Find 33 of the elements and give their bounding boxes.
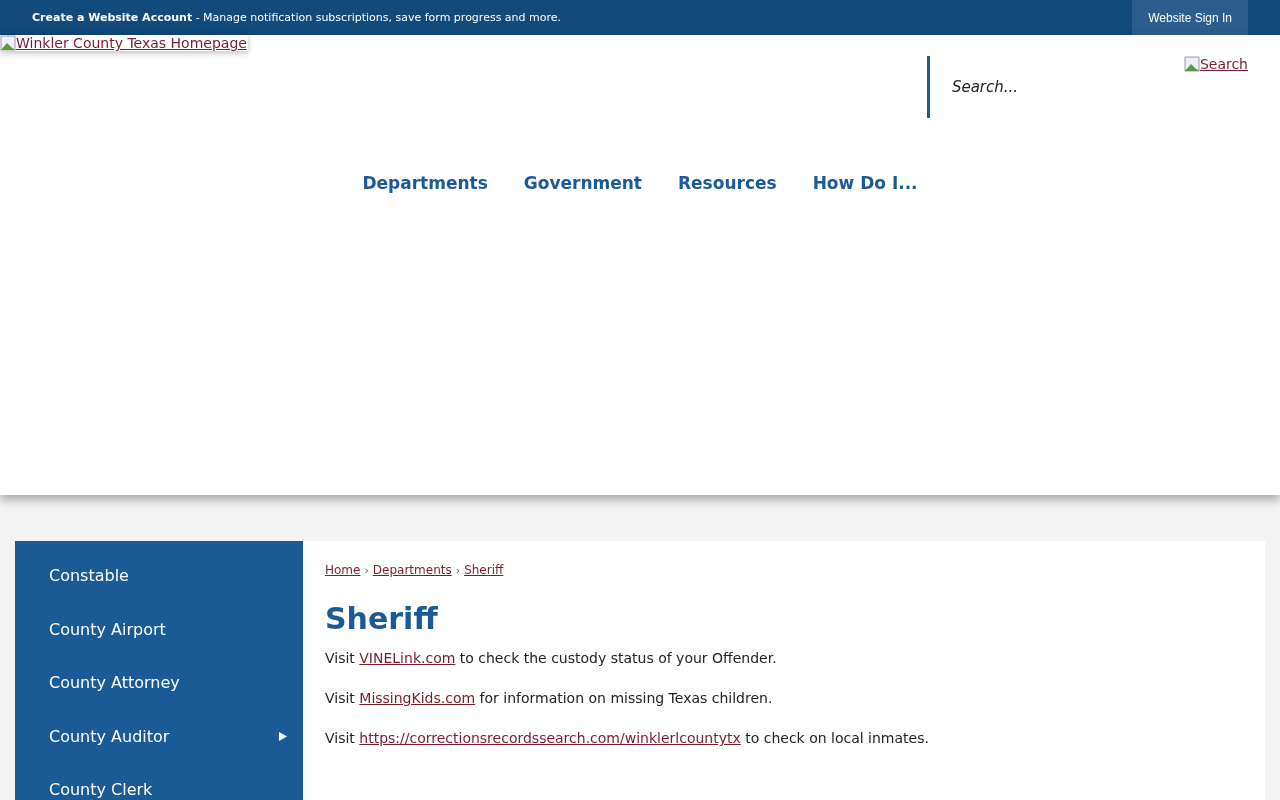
paragraph: Visit https://correctionsrecordssearch.com/winklerlcountytx to check on local inmates. xyxy=(325,730,930,746)
broken-image-icon xyxy=(1183,56,1200,72)
nav-item[interactable]: How Do I... xyxy=(812,173,918,193)
breadcrumb-separator: › xyxy=(364,563,369,577)
account-banner-text: Create a Website Account - Manage notification subscriptions, save form progress and more. xyxy=(32,11,562,24)
paragraph: Visit MissingKids.com for information on missing Texas children. xyxy=(325,690,774,706)
external-link[interactable]: https://correctionsrecordssearch.com/winklerlcountytx xyxy=(359,730,741,746)
paragraph: Visit VINELink.com to check the custody status of your Offender. xyxy=(325,650,778,666)
nav-item[interactable]: Departments xyxy=(362,173,488,193)
page-title: Sheriff xyxy=(325,601,439,636)
search-link[interactable]: Search xyxy=(1183,56,1248,72)
breadcrumb-separator: › xyxy=(455,563,461,577)
sidebar-item[interactable]: Constable xyxy=(15,549,303,603)
nav-item[interactable]: Resources xyxy=(678,173,777,193)
external-link[interactable]: VINELink.com xyxy=(359,650,456,666)
breadcrumb-link[interactable]: Home xyxy=(325,563,361,577)
submenu-arrow-icon xyxy=(279,731,287,741)
breadcrumb-link[interactable]: Departments xyxy=(372,563,452,577)
sidebar-item[interactable]: County Auditor xyxy=(15,709,303,763)
breadcrumb-link[interactable]: Sheriff xyxy=(464,563,504,577)
nav-item[interactable]: Government xyxy=(523,173,642,193)
sign-in-button[interactable]: Website Sign In xyxy=(1132,0,1248,35)
sidebar-item-label: County Attorney xyxy=(49,673,180,693)
sidebar-item[interactable]: County Airport xyxy=(15,602,303,656)
broken-image-icon xyxy=(0,35,16,51)
sidebar-item-label: County Auditor xyxy=(49,726,170,746)
sidebar-item[interactable]: County Attorney xyxy=(15,656,303,710)
external-link[interactable]: MissingKids.com xyxy=(359,690,476,706)
sidebar-item-label: County Clerk xyxy=(49,780,153,800)
sidebar-item-label: Constable xyxy=(49,566,129,586)
sidebar-item-label: County Airport xyxy=(49,619,166,639)
sidebar-item[interactable]: County Clerk xyxy=(15,763,303,800)
logo-link[interactable]: Winkler County Texas Homepage xyxy=(0,35,248,51)
